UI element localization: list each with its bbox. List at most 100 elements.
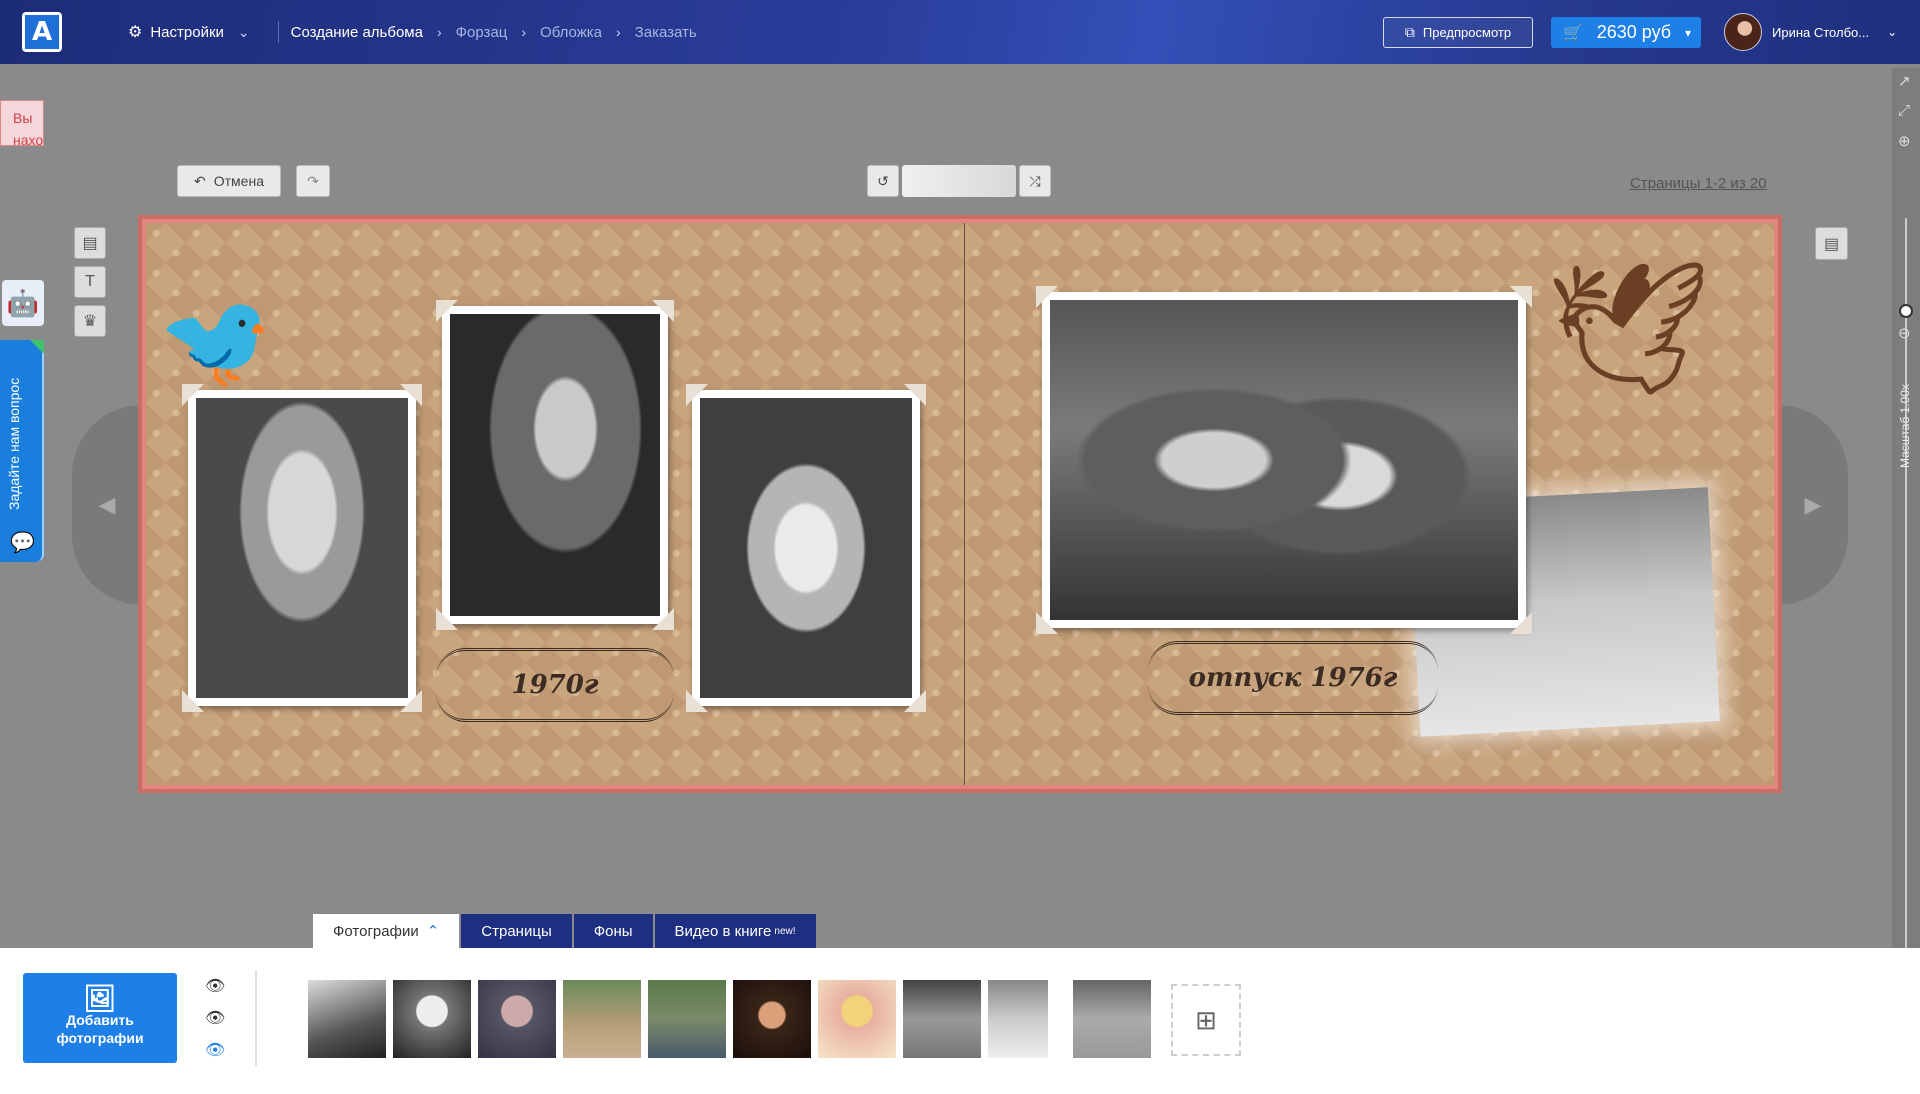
chevron-down-icon: ⌄: [1887, 25, 1898, 39]
preview-label: Предпросмотр: [1422, 25, 1512, 40]
add-photo-icon: ⊞: [1195, 1004, 1217, 1035]
photo-thumbnail[interactable]: [818, 980, 896, 1058]
cart-price-button[interactable]: 🛒 2630 руб ▾: [1551, 17, 1701, 48]
eye-icon[interactable]: 👁: [205, 1008, 225, 1028]
breadcrumb-step-endpaper[interactable]: Форзац: [456, 24, 508, 41]
layout-right-button[interactable]: ▤: [1815, 227, 1848, 260]
logo-a-icon: A: [25, 15, 59, 49]
photo-thumbnail[interactable]: [563, 980, 641, 1058]
preview-button[interactable]: ⧉ Предпросмотр: [1383, 17, 1533, 48]
caption-right[interactable]: отпуск 1976г: [1148, 641, 1438, 715]
undo-button[interactable]: ↶ Отмена: [177, 165, 281, 197]
top-bar: A ⚙ Настройки ⌄ Создание альбома › Форза…: [0, 0, 1920, 64]
avatar: [1724, 13, 1762, 51]
photo-thumbnail[interactable]: [393, 980, 471, 1058]
chevron-down-icon: ▾: [1684, 25, 1691, 40]
breadcrumb: ⚙ Настройки ⌄ Создание альбома › Форзац …: [128, 0, 697, 64]
album-page-background[interactable]: 🐦 🕊 1970г отпуск 1976г: [146, 223, 1774, 785]
tab-backgrounds[interactable]: Фоны: [573, 914, 655, 948]
price-label: 2630 руб: [1596, 22, 1672, 42]
chat-icon: 💬: [10, 532, 35, 554]
app-logo[interactable]: A: [22, 12, 62, 52]
layout-tool-button[interactable]: ▤: [74, 227, 106, 259]
tab-pages-label: Страницы: [481, 922, 552, 940]
photo-thumbnail[interactable]: [903, 980, 981, 1058]
layout-icon: ▤: [82, 235, 98, 252]
assistant-robot-icon[interactable]: 🤖: [2, 280, 44, 326]
tab-video[interactable]: Видео в книге new!: [654, 914, 818, 948]
add-photos-button[interactable]: 🖼 Добавить фотографии: [23, 973, 177, 1063]
photo-thumbnails: [308, 980, 1158, 1058]
zoom-in-icon[interactable]: ⊕: [1898, 132, 1911, 150]
caption-left[interactable]: 1970г: [436, 648, 674, 722]
photo-thumbnail[interactable]: [733, 980, 811, 1058]
tab-backgrounds-label: Фоны: [593, 922, 633, 940]
tab-photos[interactable]: Фотографии ⌃: [313, 914, 462, 948]
eye-icon[interactable]: 👁: [205, 976, 225, 996]
pages-indicator[interactable]: Страницы 1-2 из 20: [1630, 175, 1767, 192]
bottom-tabs: Фотографии ⌃ Страницы Фоны Видео в книге…: [313, 914, 818, 948]
status-corner: [30, 340, 44, 354]
photo: [1050, 300, 1518, 620]
zoom-field[interactable]: [902, 165, 1016, 197]
cart-icon: 🛒: [1563, 24, 1583, 42]
user-name: Ирина Столбо...: [1772, 24, 1870, 40]
photo-frame-couple[interactable]: [1036, 286, 1532, 634]
add-photo-placeholder[interactable]: ⊞: [1171, 984, 1241, 1056]
user-menu[interactable]: Ирина Столбо... ⌄: [1724, 12, 1897, 52]
photo-thumbnail[interactable]: [988, 980, 1048, 1058]
eye-icon[interactable]: 👁: [205, 1040, 225, 1060]
zoom-rail: ↗ ⤢ ⊕ ⊖ Масштаб 1.00x: [1892, 68, 1920, 998]
photo-thumbnail[interactable]: [308, 980, 386, 1058]
rotate-button[interactable]: ↺: [867, 165, 899, 197]
photo-frame-woman[interactable]: [436, 300, 674, 630]
settings-menu[interactable]: Настройки: [150, 24, 224, 41]
fullscreen-icon[interactable]: ⤢: [1898, 102, 1910, 119]
zoom-label: Масштаб 1.00x: [1898, 383, 1912, 468]
zoom-out-icon[interactable]: ⊖: [1898, 324, 1911, 342]
shuffle-button[interactable]: ⤮: [1019, 165, 1051, 197]
photo-frame-man-hat[interactable]: [686, 384, 926, 712]
add-photos-label-line2: фотографии: [56, 1030, 144, 1046]
undo-icon: ↶: [194, 172, 206, 189]
photo-thumbnail[interactable]: [478, 980, 556, 1058]
photo-frame-old-man[interactable]: [182, 384, 422, 712]
album-spread[interactable]: 🐦 🕊 1970г отпуск 1976г: [138, 215, 1782, 793]
chevron-right-icon: ▶: [1804, 492, 1822, 517]
chevron-right-icon: ›: [436, 24, 442, 40]
photo-thumbnail[interactable]: [648, 980, 726, 1058]
preview-icon: ⧉: [1404, 24, 1415, 40]
photo: [700, 398, 912, 698]
ask-question-tab[interactable]: Задайте нам вопрос 💬: [0, 340, 44, 562]
text-icon: T: [85, 273, 95, 290]
chevron-down-icon[interactable]: ⌄: [238, 24, 250, 41]
breadcrumb-step-order[interactable]: Заказать: [635, 24, 697, 41]
chevron-right-icon: ›: [616, 24, 621, 40]
rotate-icon: ↺: [877, 172, 889, 189]
breadcrumb-step-cover[interactable]: Обложка: [540, 24, 602, 41]
photo: [450, 314, 660, 616]
location-hint[interactable]: Вы наход: [0, 100, 44, 146]
layout-icon: ▤: [1823, 235, 1840, 253]
chevron-up-icon: ⌃: [426, 923, 440, 940]
bird-icon[interactable]: 🕊: [1546, 263, 1711, 393]
new-badge: new!: [774, 925, 796, 937]
divider: [277, 21, 279, 43]
decor-tool-button[interactable]: ♛: [74, 305, 106, 337]
tab-pages[interactable]: Страницы: [461, 914, 574, 948]
redo-button[interactable]: ↷: [296, 165, 330, 197]
zoom-slider-handle[interactable]: [1899, 304, 1913, 318]
chevron-left-icon: ◀: [98, 492, 116, 517]
settings-icon[interactable]: ⚙: [128, 22, 142, 42]
add-photo-icon: 🖼: [83, 983, 117, 1013]
external-link-icon[interactable]: ↗: [1898, 72, 1911, 90]
breadcrumb-step-create[interactable]: Создание альбома: [291, 24, 423, 41]
divider: [255, 970, 257, 1066]
bird-icon[interactable]: 🐦: [158, 290, 273, 392]
photo-thumbnail[interactable]: [1073, 980, 1151, 1058]
photo: [196, 398, 408, 698]
next-spread-button[interactable]: ▶: [1778, 405, 1848, 605]
prev-spread-button[interactable]: ◀: [72, 405, 142, 605]
shuffle-icon: ⤮: [1029, 172, 1041, 189]
text-tool-button[interactable]: T: [74, 266, 106, 298]
